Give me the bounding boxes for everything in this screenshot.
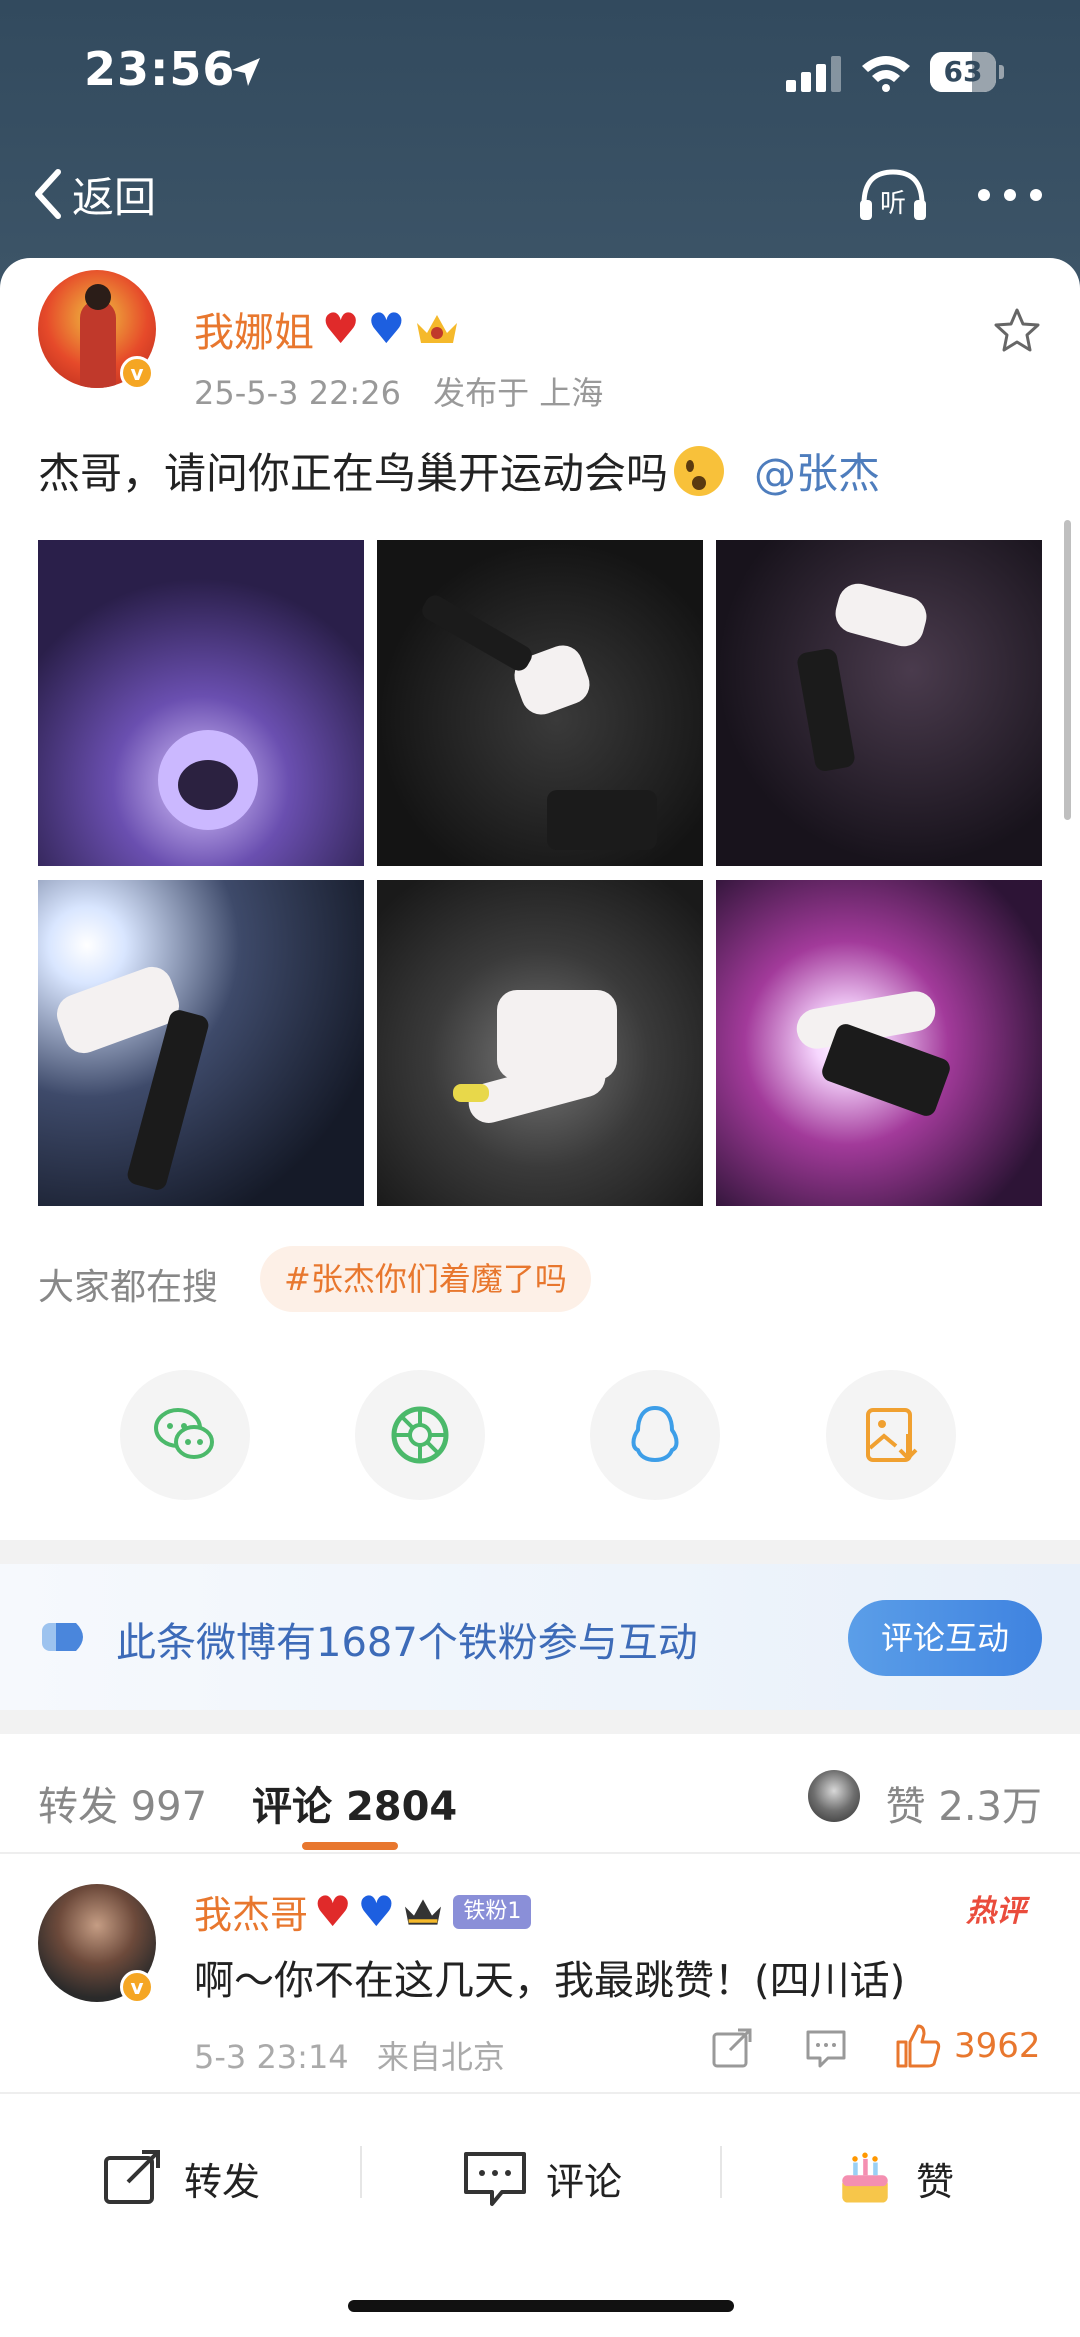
hot-comment-tag: 热评 — [966, 1894, 1026, 1929]
tab-likes-label: 赞 — [885, 1784, 926, 1830]
comment-share-icon[interactable] — [710, 2026, 754, 2070]
comment-button[interactable]: 评论 — [462, 2140, 622, 2216]
section-divider — [0, 1710, 1080, 1734]
favorite-star-icon[interactable] — [992, 306, 1042, 356]
commenter-name-row[interactable]: 我杰哥 ♥ ♥ 铁粉1 — [194, 1884, 532, 1939]
post-photo[interactable] — [377, 540, 703, 866]
save-image-button[interactable] — [826, 1370, 956, 1500]
post-photo[interactable] — [716, 880, 1042, 1206]
back-button[interactable]: 返回 — [30, 162, 156, 226]
repost-button[interactable]: 转发 — [100, 2140, 260, 2216]
wechat-icon — [154, 1408, 214, 1459]
status-bar: 23:56 63 — [0, 0, 1080, 140]
verified-badge-icon: v — [120, 1970, 154, 2004]
listen-icon[interactable]: 听 — [856, 164, 930, 224]
birthday-cake-icon — [842, 2152, 888, 2203]
mention-link[interactable]: @张杰 — [754, 440, 880, 501]
fan-interaction-icon — [42, 1623, 83, 1651]
fan-interaction-banner[interactable]: 此条微博有1687个铁粉参与互动 评论互动 — [0, 1564, 1080, 1710]
comment-like-button[interactable]: 3962 — [894, 2020, 1041, 2072]
comment-text: 啊～你不在这几天，我最跳赞！(四川话) — [194, 1958, 906, 2004]
fan-level-badge: 铁粉1 — [453, 1894, 532, 1929]
like-button[interactable]: 赞 — [832, 2140, 954, 2216]
commenter-name: 我杰哥 — [194, 1893, 309, 1937]
scrollbar[interactable] — [1064, 520, 1071, 820]
share-wechat-button[interactable] — [120, 1370, 250, 1500]
save-image-icon — [866, 1408, 918, 1462]
share-moments-button[interactable] — [355, 1370, 485, 1500]
tab-reposts-count: 997 — [130, 1784, 208, 1830]
comment-location: 来自北京 — [376, 2038, 505, 2076]
cellular-signal-icon — [786, 56, 841, 92]
trending-topic-chip[interactable]: #张杰你们着魔了吗 — [260, 1246, 591, 1312]
comment-interact-button[interactable]: 评论互动 — [848, 1600, 1042, 1676]
repost-icon — [104, 2150, 160, 2204]
tab-comments-label: 评论 — [252, 1784, 332, 1830]
back-label: 返回 — [72, 172, 157, 222]
battery-level: 63 — [943, 55, 983, 88]
comment-reply-icon[interactable] — [804, 2026, 848, 2070]
tab-likes-count: 2.3万 — [938, 1784, 1042, 1830]
comment-label: 评论 — [546, 2159, 623, 2204]
fan-interaction-text: 此条微博有1687个铁粉参与互动 — [116, 1620, 698, 1666]
location-arrow-icon — [232, 58, 260, 86]
repost-label: 转发 — [184, 2159, 261, 2204]
post-location: 发布于 上海 — [433, 374, 604, 412]
post-photo[interactable] — [38, 880, 364, 1206]
dot-icon — [1004, 189, 1016, 201]
tab-reposts[interactable]: 转发 997 — [38, 1774, 207, 1832]
separator — [720, 2146, 722, 2198]
tab-comments-count: 2804 — [345, 1784, 458, 1830]
verified-badge-icon: v — [120, 356, 154, 390]
comment-timestamp: 5-3 23:14 — [194, 2038, 349, 2076]
photo-grid — [38, 540, 1042, 1206]
liker-avatar — [808, 1770, 860, 1822]
dot-icon — [978, 189, 990, 201]
post-photo[interactable] — [38, 540, 364, 866]
status-time: 23:56 — [84, 42, 236, 96]
more-options-button[interactable] — [978, 170, 1042, 220]
post-text: 杰哥，请问你正在鸟巢开运动会吗 @张杰 — [38, 440, 880, 501]
dot-icon — [1030, 189, 1042, 201]
thumbs-up-icon — [896, 2024, 941, 2068]
comment-meta: 5-3 23:14 来自北京 — [194, 2032, 505, 2078]
home-indicator[interactable] — [348, 2300, 734, 2312]
share-row — [0, 1370, 1080, 1500]
active-tab-indicator — [302, 1842, 398, 1850]
qq-icon — [631, 1406, 679, 1462]
comment-item: v 我杰哥 ♥ ♥ 铁粉1 热评 啊～你不在这几天，我最跳赞！(四川话) 5-3… — [0, 1856, 1080, 2092]
svg-text:听: 听 — [880, 189, 906, 219]
navigation-bar: 返回 听 — [0, 150, 1080, 240]
red-heart-icon: ♥ — [322, 304, 360, 353]
crown-badge-icon — [417, 315, 458, 343]
post-timestamp: 25-5-3 22:26 — [194, 374, 401, 412]
share-qq-button[interactable] — [590, 1370, 720, 1500]
post-photo[interactable] — [716, 540, 1042, 866]
section-divider — [0, 1540, 1080, 1564]
moments-icon — [391, 1406, 449, 1464]
crown-badge-icon — [405, 1898, 442, 1925]
comment-icon — [464, 2152, 526, 2206]
wifi-icon — [862, 56, 910, 92]
author-name-row[interactable]: 我娜姐 ♥ ♥ — [194, 300, 461, 358]
post-body: 杰哥，请问你正在鸟巢开运动会吗 — [38, 449, 669, 498]
post-meta: 25-5-3 22:26 发布于 上海 — [194, 368, 603, 414]
blue-heart-icon: ♥ — [357, 1886, 396, 1936]
tab-likes[interactable]: 赞 2.3万 — [886, 1774, 1042, 1832]
tab-comments[interactable]: 评论 2804 — [252, 1774, 457, 1832]
trending-search-label: 大家都在搜 — [38, 1267, 219, 1308]
astonished-emoji-icon — [674, 445, 725, 496]
chevron-left-icon — [35, 169, 61, 219]
engagement-tabs: 转发 997 评论 2804 赞 2.3万 — [0, 1734, 1080, 1854]
separator — [360, 2146, 362, 2198]
blue-heart-icon: ♥ — [367, 304, 406, 353]
battery-icon: 63 — [930, 52, 1004, 92]
tab-reposts-label: 转发 — [38, 1784, 118, 1830]
author-name: 我娜姐 — [194, 310, 314, 356]
comment-like-count: 3962 — [954, 2026, 1041, 2066]
like-label: 赞 — [916, 2159, 955, 2204]
red-heart-icon: ♥ — [314, 1886, 352, 1936]
post-photo[interactable] — [377, 880, 703, 1206]
